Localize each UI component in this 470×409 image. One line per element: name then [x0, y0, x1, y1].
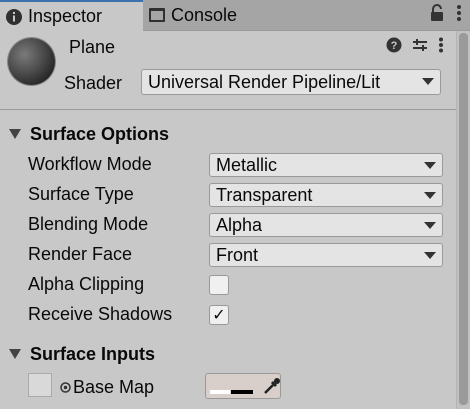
- surface-inputs-title: Surface Inputs: [30, 344, 156, 364]
- blending-mode-label: Blending Mode: [28, 214, 149, 234]
- tab-console[interactable]: Console: [143, 0, 273, 30]
- base-map-label-group: Base Map: [60, 377, 154, 398]
- scrollbar-thumb[interactable]: [459, 33, 468, 405]
- chevron-down-icon: [424, 252, 436, 259]
- alpha-bar-black: [231, 390, 253, 394]
- chevron-down-icon: [424, 192, 436, 199]
- base-map-texture-slot[interactable]: [28, 373, 52, 397]
- more-options-icon[interactable]: [456, 4, 462, 27]
- surface-type-value: Transparent: [216, 184, 313, 205]
- tab-inspector[interactable]: Inspector: [0, 0, 143, 31]
- scrollbar[interactable]: [456, 31, 470, 409]
- render-face-value: Front: [216, 244, 259, 265]
- surface-type-dropdown[interactable]: Transparent: [209, 183, 443, 207]
- tab-inspector-label: Inspector: [28, 6, 103, 26]
- render-face-label: Render Face: [28, 244, 133, 264]
- material-preview-thumbnail: [8, 38, 55, 85]
- material-header: Plane ? Shader Universal Render Pipeline…: [0, 31, 456, 101]
- chevron-down-icon: [422, 78, 434, 85]
- foldout-arrow-icon: [8, 124, 30, 145]
- object-name: Plane: [69, 37, 116, 57]
- more-options-icon[interactable]: [438, 37, 444, 58]
- surface-type-label: Surface Type: [28, 184, 134, 204]
- blending-mode-dropdown[interactable]: Alpha: [209, 213, 443, 237]
- console-icon: [143, 6, 171, 24]
- header-divider: [0, 109, 456, 110]
- surface-inputs-foldout[interactable]: Surface Inputs: [8, 344, 155, 365]
- info-icon: [0, 8, 28, 26]
- chevron-down-icon: [424, 162, 436, 169]
- workflow-mode-value: Metallic: [216, 154, 278, 175]
- alpha-clipping-label: Alpha Clipping: [28, 274, 145, 294]
- foldout-arrow-icon: [8, 344, 30, 365]
- base-map-label: Base Map: [73, 377, 155, 397]
- eyedropper-icon[interactable]: [262, 376, 282, 396]
- render-face-dropdown[interactable]: Front: [209, 243, 443, 267]
- presets-icon[interactable]: [412, 37, 428, 58]
- receive-shadows-checkbox[interactable]: ✓: [209, 305, 229, 325]
- tab-console-label: Console: [171, 4, 238, 25]
- lock-icon[interactable]: [430, 4, 444, 27]
- help-icon[interactable]: ?: [386, 37, 402, 58]
- alpha-clipping-checkbox[interactable]: [209, 275, 229, 295]
- alpha-bar-white: [210, 390, 230, 394]
- surface-options-foldout[interactable]: Surface Options: [8, 124, 169, 145]
- svg-text:?: ?: [391, 40, 398, 52]
- blending-mode-value: Alpha: [216, 214, 263, 235]
- shader-label: Shader: [64, 73, 123, 93]
- object-picker-icon[interactable]: [60, 382, 71, 393]
- checkmark-icon: ✓: [212, 307, 226, 324]
- shader-dropdown[interactable]: Universal Render Pipeline/Lit: [141, 69, 441, 95]
- workflow-mode-dropdown[interactable]: Metallic: [209, 153, 443, 177]
- chevron-down-icon: [424, 222, 436, 229]
- workflow-mode-label: Workflow Mode: [28, 154, 152, 174]
- surface-options-title: Surface Options: [30, 124, 170, 144]
- shader-value: Universal Render Pipeline/Lit: [148, 71, 381, 92]
- receive-shadows-label: Receive Shadows: [28, 304, 173, 324]
- tab-bar: Inspector Console: [0, 0, 470, 31]
